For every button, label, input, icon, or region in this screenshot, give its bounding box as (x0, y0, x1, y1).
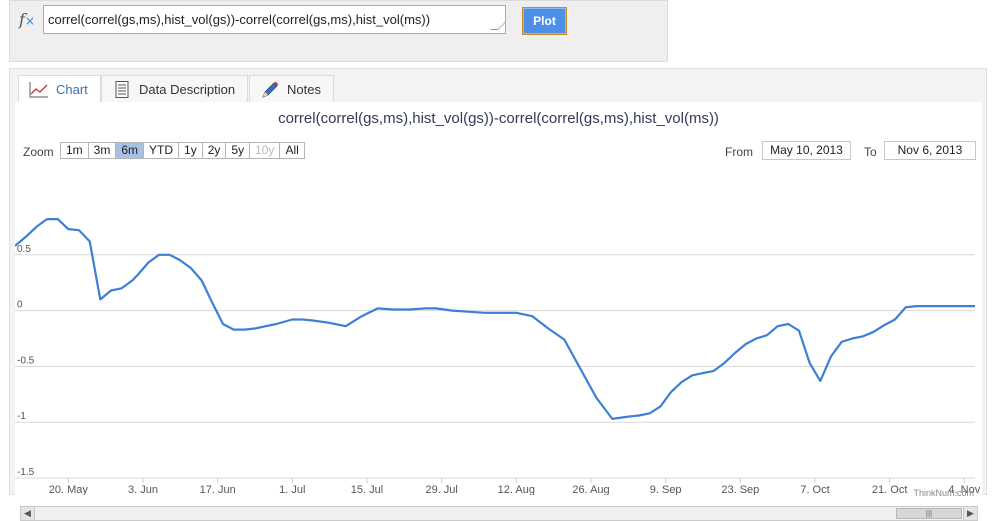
formula-text: correl(correl(gs,ms),hist_vol(gs))-corre… (48, 12, 431, 27)
x-tick-label: 1. Jul (279, 484, 305, 495)
x-tick-label: 9. Sep (650, 484, 682, 495)
from-label: From (725, 145, 753, 159)
function-icon: f× (19, 10, 35, 29)
y-tick-label: 0.5 (17, 244, 31, 255)
formula-input[interactable]: correl(correl(gs,ms),hist_vol(gs))-corre… (43, 5, 506, 34)
line-chart-icon (29, 82, 48, 98)
scroll-thumb[interactable]: ||| (896, 508, 962, 519)
zoom-label: Zoom (23, 145, 54, 159)
scroll-left-arrow-icon[interactable]: ◀ (21, 507, 35, 520)
y-tick-label: -0.5 (17, 355, 35, 366)
zoom-2y-button[interactable]: 2y (201, 142, 227, 159)
plot-svg: -1.5 -1 -0.5 0 0.5 20. May 3. Jun 17. Jun 1. Ju… (15, 218, 981, 495)
document-icon (115, 80, 129, 98)
y-tick-label: -1.5 (17, 467, 35, 478)
to-label: To (864, 145, 877, 159)
chart-area: -1.5 -1 -0.5 0 0.5 20. May 3. Jun 17. Jun 1. Ju… (15, 102, 982, 521)
range-scrollbar[interactable]: ◀ ||| ▶ (20, 506, 978, 521)
scroll-right-arrow-icon[interactable]: ▶ (963, 507, 977, 520)
credit-text: ThinkNum.com (913, 488, 974, 498)
tab-data-description-label: Data Description (139, 81, 236, 97)
x-axis-labels: 20. May 3. Jun 17. Jun 1. Jul 15. Jul 29. Jul… (49, 478, 981, 495)
chart-title: correl(correl(gs,ms),hist_vol(gs))-corre… (278, 110, 719, 127)
zoom-1m-button[interactable]: 1m (60, 142, 89, 159)
from-date-input[interactable]: May 10, 2013 (762, 141, 851, 160)
zoom-all-button[interactable]: All (279, 142, 305, 159)
grid-lines (15, 254, 975, 479)
to-date-input[interactable]: Nov 6, 2013 (884, 141, 976, 160)
pencil-icon (262, 81, 279, 98)
tab-chart-label: Chart (56, 82, 88, 97)
x-tick-label: 3. Jun (128, 484, 158, 495)
x-tick-label: 26. Aug (572, 484, 609, 495)
zoom-ytd-button[interactable]: YTD (143, 142, 180, 159)
formula-bar: f× correl(correl(gs,ms),hist_vol(gs))-co… (9, 0, 668, 62)
x-tick-label: 7. Oct (800, 484, 829, 495)
tab-notes-label: Notes (287, 81, 321, 97)
y-axis-labels: -1.5 -1 -0.5 0 0.5 (17, 244, 35, 478)
x-tick-label: 29. Jul (425, 484, 457, 495)
resize-grip-icon[interactable] (490, 22, 505, 30)
chart-panel: Chart Data Description Notes -1.5 -1 -0.5 0… (9, 68, 987, 521)
tab-data-description[interactable]: Data Description (101, 75, 249, 102)
x-tick-label: 20. May (49, 484, 89, 495)
zoom-6m-button[interactable]: 6m (115, 142, 145, 159)
tab-chart[interactable]: Chart (18, 75, 101, 103)
zoom-3m-button[interactable]: 3m (87, 142, 117, 159)
y-tick-label: -1 (17, 411, 26, 422)
plot-button[interactable]: Plot (522, 7, 567, 35)
x-tick-label: 23. Sep (721, 484, 759, 495)
y-tick-label: 0 (17, 300, 23, 311)
zoom-5y-button[interactable]: 5y (225, 142, 251, 159)
x-tick-label: 17. Jun (200, 484, 236, 495)
tab-notes[interactable]: Notes (249, 75, 334, 102)
zoom-button-group: 1m 3m 6m YTD 1y 2y 5y 10y All (60, 142, 305, 159)
x-tick-label: 21. Oct (872, 484, 907, 495)
zoom-1y-button[interactable]: 1y (178, 142, 203, 159)
zoom-10y-button: 10y (249, 142, 281, 159)
x-tick-label: 12. Aug (498, 484, 535, 495)
series-line (15, 218, 975, 420)
x-tick-label: 15. Jul (351, 484, 383, 495)
